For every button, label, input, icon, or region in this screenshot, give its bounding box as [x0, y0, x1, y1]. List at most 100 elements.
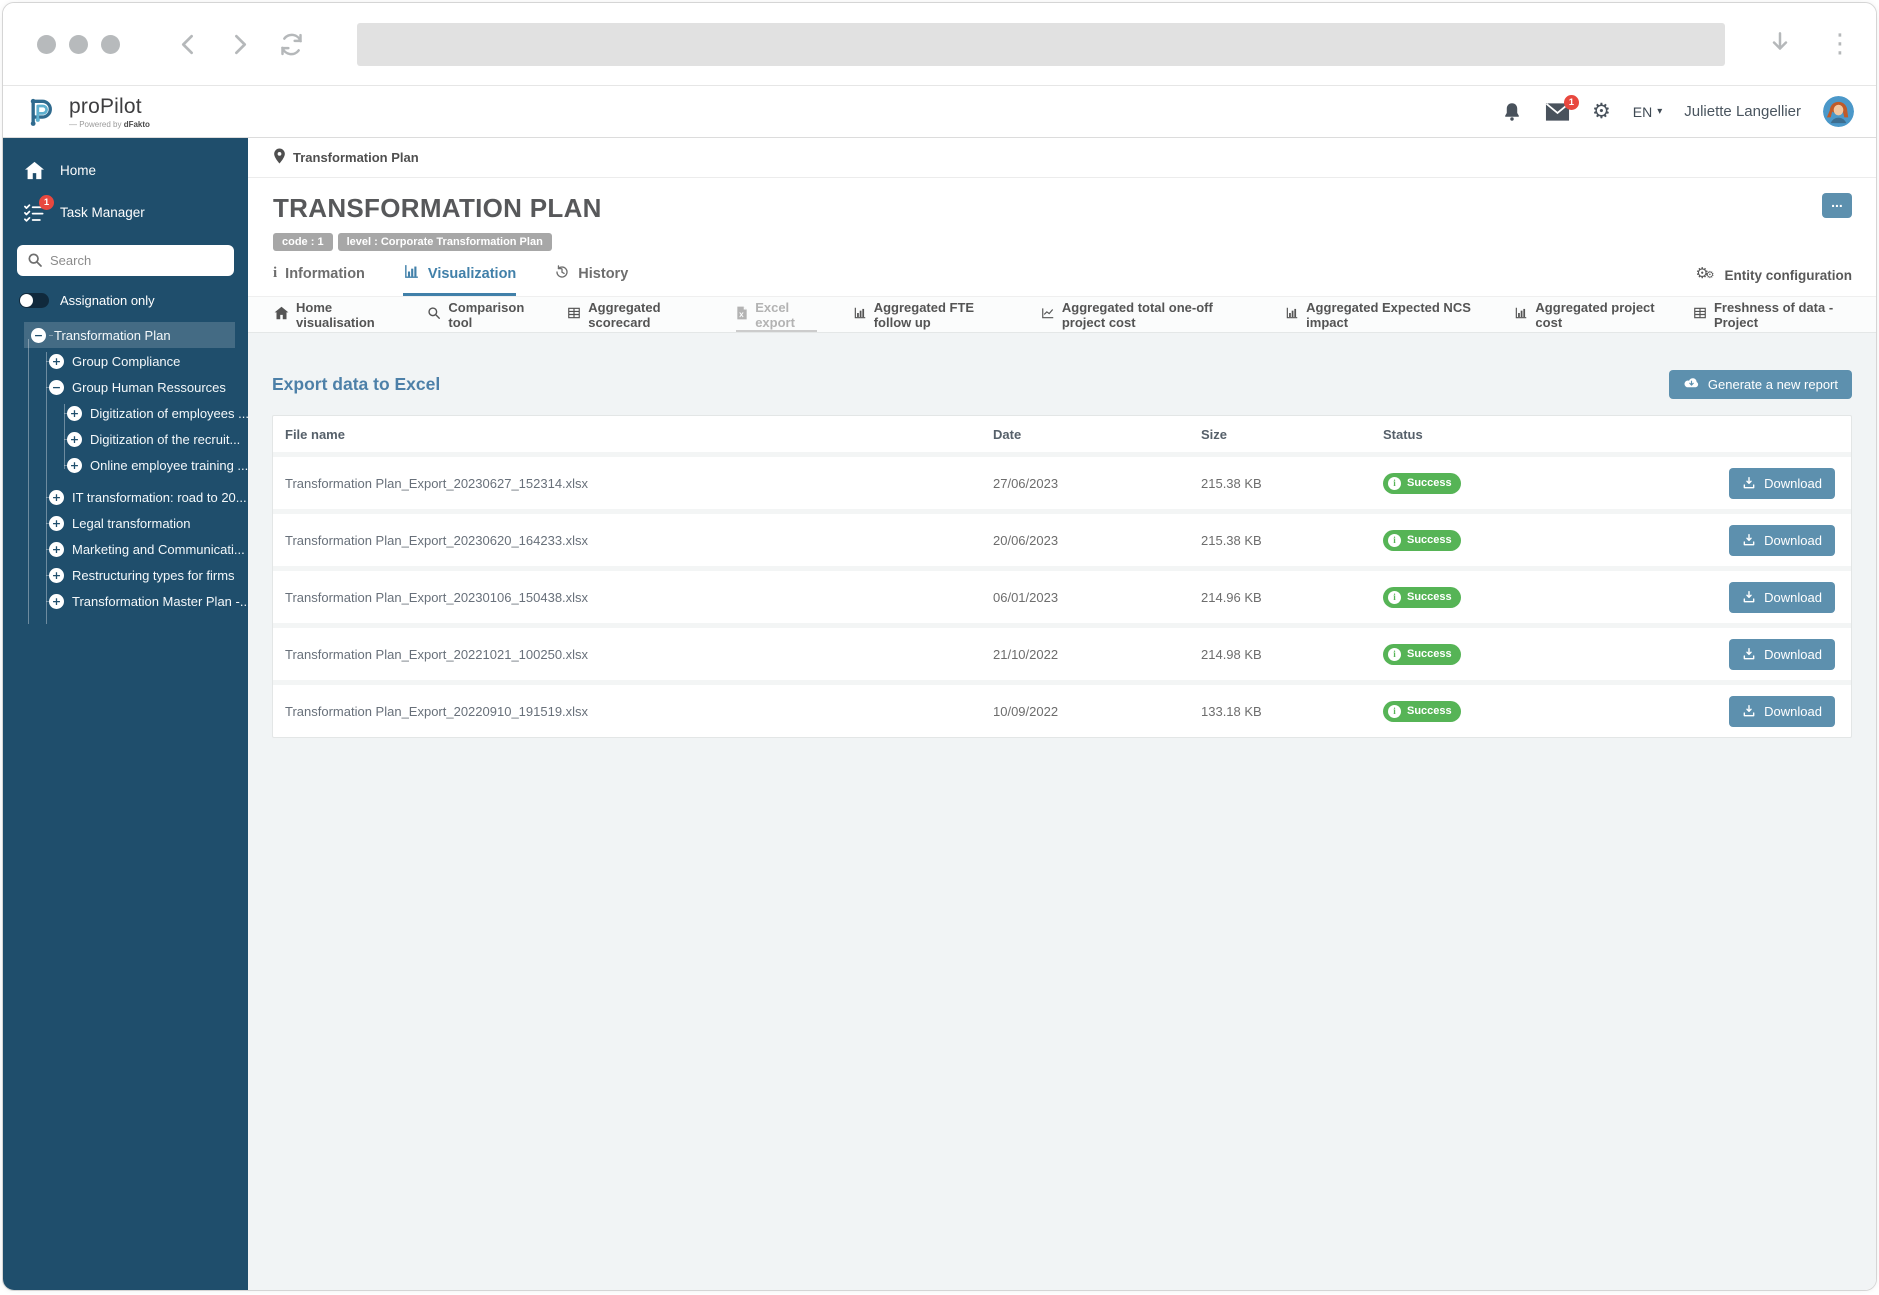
- info-icon: i: [273, 265, 278, 281]
- tree-item-group-compliance[interactable]: + Group Compliance: [3, 348, 248, 374]
- main-tabs: i Information Visualization History: [273, 263, 628, 296]
- subtab-aggregated-scorecard[interactable]: Aggregated scorecard: [567, 297, 700, 332]
- file-name: Transformation Plan_Export_20221021_1002…: [285, 646, 589, 662]
- chevron-down-icon: ▾: [1657, 106, 1663, 117]
- download-button[interactable]: Download: [1729, 524, 1835, 556]
- window-controls[interactable]: [37, 34, 120, 54]
- sidebar-item-label: Task Manager: [60, 204, 145, 220]
- powered-by: — Powered by dFakto: [69, 119, 150, 129]
- tree-item-label: Legal transformation: [72, 515, 191, 531]
- expand-icon[interactable]: +: [49, 567, 64, 583]
- expand-icon[interactable]: +: [49, 515, 64, 531]
- sidebar-item-home[interactable]: Home: [3, 150, 248, 191]
- subtab-aggregated-project-cost[interactable]: Aggregated project cost: [1514, 297, 1657, 332]
- settings-gear-icon[interactable]: ⚙: [1592, 101, 1611, 122]
- tree-item-digitization-recruit[interactable]: + Digitization of the recruit...: [3, 426, 248, 452]
- window-maximize-button[interactable]: [101, 34, 120, 54]
- user-name[interactable]: Juliette Langellier: [1684, 103, 1801, 120]
- subtab-aggregated-expected-ncs-impact[interactable]: Aggregated Expected NCS impact: [1285, 297, 1478, 332]
- info-icon: i: [1388, 647, 1401, 661]
- tree-item-transformation-plan[interactable]: − Transformation Plan: [24, 322, 235, 348]
- tab-label: Visualization: [427, 265, 517, 282]
- subtab-label: Comparison tool: [448, 299, 525, 330]
- expand-icon[interactable]: +: [67, 405, 82, 421]
- language-selector[interactable]: EN ▾: [1633, 104, 1662, 120]
- expand-icon[interactable]: +: [67, 457, 82, 473]
- subtab-home-visualisation[interactable]: Home visualisation: [274, 297, 391, 332]
- bar-chart-icon: [403, 263, 420, 284]
- tree-item-legal-transformation[interactable]: + Legal transformation: [3, 510, 248, 536]
- browser-menu-icon[interactable]: ⋮: [1827, 31, 1853, 57]
- tree-item-group-human-ressources[interactable]: − Group Human Ressources: [3, 374, 248, 400]
- download-button[interactable]: Download: [1729, 695, 1835, 727]
- subtab-freshness-of-data-project[interactable]: Freshness of data - Project: [1693, 297, 1850, 332]
- notification-bell-icon[interactable]: [1501, 101, 1523, 123]
- info-icon: i: [1388, 533, 1401, 547]
- subtab-aggregated-fte-follow-up[interactable]: Aggregated FTE follow up: [853, 297, 1005, 332]
- tree-item-online-training[interactable]: + Online employee training ...: [3, 452, 248, 478]
- col-status: Status: [1383, 426, 1423, 442]
- tree-item-transformation-master-plan[interactable]: + Transformation Master Plan -...: [3, 588, 251, 614]
- avatar[interactable]: [1823, 96, 1854, 127]
- search-icon: [27, 252, 43, 273]
- col-size: Size: [1201, 426, 1228, 442]
- home-icon: [274, 306, 289, 323]
- tree-item-restructuring-types[interactable]: + Restructuring types for firms: [3, 562, 248, 588]
- assignation-toggle[interactable]: [19, 293, 49, 308]
- generate-report-label: Generate a new report: [1707, 377, 1838, 392]
- tree-item-label: Group Compliance: [72, 353, 181, 369]
- section-title: Export data to Excel: [272, 374, 441, 394]
- app-header: proPilot — Powered by dFakto 1 ⚙ EN ▾ Ju…: [3, 86, 1876, 138]
- forward-icon[interactable]: [227, 32, 252, 57]
- tab-history[interactable]: History: [554, 263, 628, 296]
- breadcrumb-label[interactable]: Transformation Plan: [293, 150, 419, 165]
- line-chart-icon: [1041, 306, 1055, 323]
- tree-item-marketing-communication[interactable]: + Marketing and Communicati...: [3, 536, 248, 562]
- tab-information[interactable]: i Information: [273, 263, 365, 296]
- tree-item-label: Digitization of the recruit...: [90, 431, 241, 447]
- subtab-aggregated-total-one-off-project-cost[interactable]: Aggregated total one-off project cost: [1041, 297, 1249, 332]
- sidebar-item-task-manager[interactable]: 1 Task Manager: [3, 191, 248, 233]
- search-input[interactable]: [17, 245, 234, 276]
- more-actions-button[interactable]: ...: [1822, 193, 1852, 218]
- info-icon: i: [1388, 476, 1401, 490]
- expand-icon[interactable]: +: [49, 541, 64, 557]
- history-icon: [554, 264, 570, 284]
- window-close-button[interactable]: [37, 34, 56, 54]
- file-name: Transformation Plan_Export_20230627_1523…: [285, 475, 589, 491]
- tree-item-it-transformation[interactable]: + IT transformation: road to 20...: [3, 484, 248, 510]
- tree-item-digitization-employees[interactable]: + Digitization of employees ...: [3, 400, 249, 426]
- entity-configuration-button[interactable]: ⚙ ⚙ Entity configuration: [1696, 264, 1853, 293]
- refresh-icon[interactable]: [278, 31, 305, 58]
- sidebar: Home 1 Task Manager Assignation only: [3, 138, 251, 1290]
- tab-visualization[interactable]: Visualization: [402, 263, 517, 296]
- expand-icon[interactable]: +: [49, 489, 64, 505]
- expand-icon[interactable]: +: [67, 431, 82, 447]
- info-icon: i: [1388, 590, 1401, 604]
- sidebar-item-label: Home: [60, 163, 97, 178]
- language-label: EN: [1632, 103, 1653, 120]
- cloud-download-icon: [1683, 376, 1700, 393]
- download-button[interactable]: Download: [1729, 638, 1835, 670]
- expand-icon[interactable]: +: [49, 593, 64, 609]
- download-arrow-icon[interactable]: [1767, 29, 1793, 60]
- subtab-excel-export[interactable]: Excel export: [736, 297, 817, 332]
- window-minimize-button[interactable]: [69, 34, 88, 54]
- back-icon[interactable]: [176, 32, 201, 57]
- expand-icon[interactable]: +: [49, 353, 64, 369]
- subtab-comparison-tool[interactable]: Comparison tool: [427, 297, 531, 332]
- subtab-label: Freshness of data - Project: [1713, 299, 1834, 330]
- table-icon: [1693, 306, 1707, 323]
- messages-badge: 1: [1563, 94, 1579, 110]
- home-icon: [23, 161, 45, 180]
- download-button[interactable]: Download: [1729, 581, 1835, 613]
- url-bar[interactable]: [357, 22, 1725, 66]
- generate-report-button[interactable]: Generate a new report: [1668, 370, 1852, 399]
- collapse-icon[interactable]: −: [31, 327, 46, 343]
- table-row: Transformation Plan_Export_20230106_1504…: [273, 566, 1851, 623]
- download-button[interactable]: Download: [1729, 467, 1835, 499]
- collapse-icon[interactable]: −: [49, 379, 64, 395]
- messages-icon[interactable]: 1: [1545, 94, 1579, 122]
- file-date: 06/01/2023: [993, 589, 1059, 605]
- bar-chart-icon: [1285, 306, 1299, 323]
